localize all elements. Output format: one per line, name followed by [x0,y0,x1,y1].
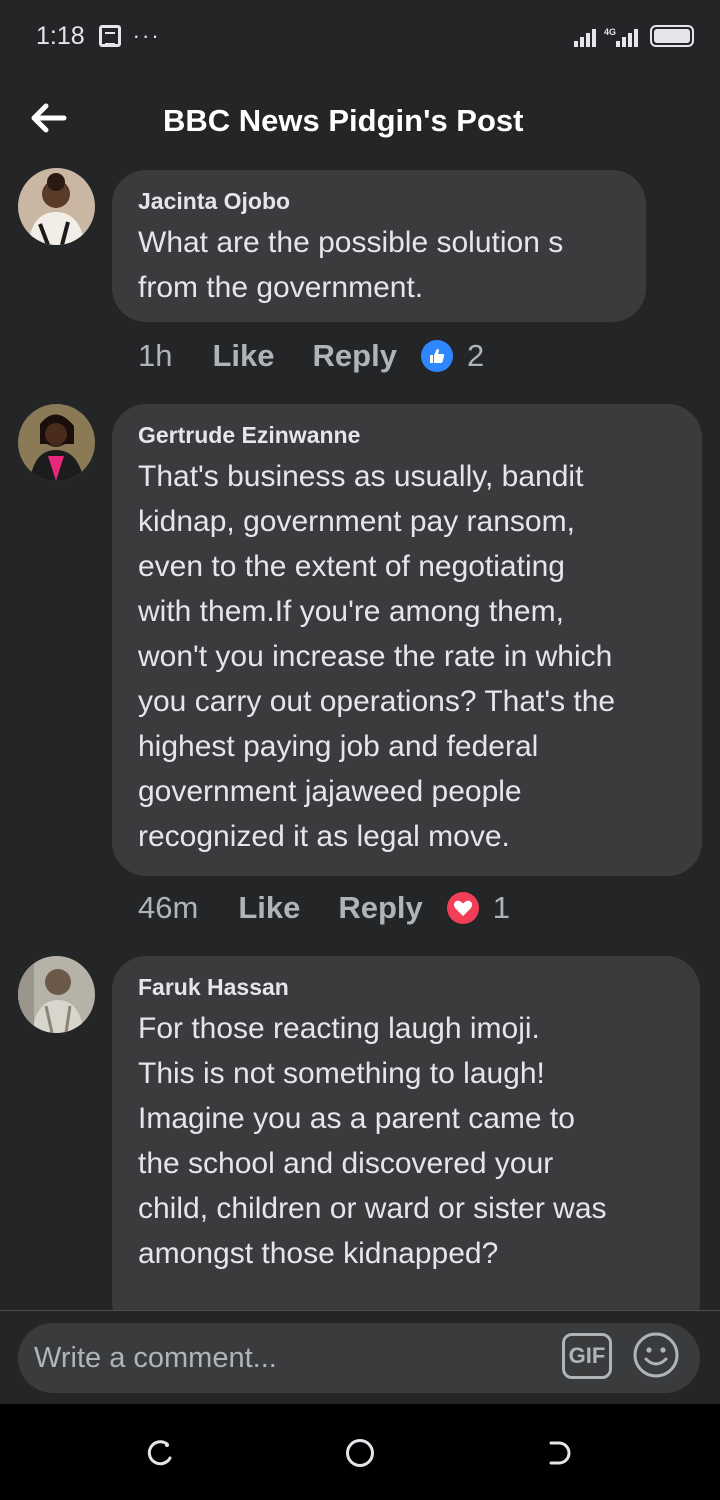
comment-time[interactable]: 1h [138,338,172,374]
comment-input-placeholder: Write a comment... [34,1341,277,1374]
comment-line: This is not something to laugh! [138,1057,545,1090]
news-notification-icon [98,25,121,47]
comment-line: For those reacting laugh imoji. [138,1012,540,1045]
comment-text: For those reacting laugh imoji. This is … [138,1006,674,1276]
reply-button[interactable]: Reply [338,890,422,926]
comment-line: What are the possible solution s [138,226,564,259]
comment-input[interactable]: Write a comment... GIF [18,1323,700,1393]
back-arrow-icon[interactable] [28,102,68,134]
like-button[interactable]: Like [238,890,300,926]
system-nav-bar [0,1404,720,1500]
gif-button[interactable]: GIF [562,1333,612,1379]
status-indicators: 4G [573,25,694,47]
comment-line: with them.If you're among them, [138,595,564,628]
like-reaction-icon[interactable] [420,340,453,372]
battery-icon [650,25,694,47]
comment-author[interactable]: Gertrude Ezinwanne [138,422,676,449]
comment-actions: 1h Like Reply 2 [138,338,484,374]
comment-line: kidnap, government pay ransom, [138,505,575,538]
comment-line: Imagine you as a parent came to [138,1102,575,1135]
comment-line: amongst those kidnapped? [138,1237,499,1270]
avatar[interactable] [18,168,95,245]
signal-icon-2 [616,27,638,47]
comment-text: What are the possible solution s from th… [138,220,620,310]
comment-line: government jajaweed people [138,775,522,808]
comment-line: That's business as usually, bandit [138,460,584,493]
back-nav-icon[interactable] [545,1438,575,1468]
home-icon[interactable] [345,1438,375,1468]
recent-apps-icon[interactable] [145,1438,175,1468]
comment-line: won't you increase the rate in which [138,640,613,673]
status-bar: 1:18 ··· 4G [0,0,720,72]
comment-author[interactable]: Faruk Hassan [138,974,674,1001]
comment-text: That's business as usually, bandit kidna… [138,454,676,859]
app-header: BBC News Pidgin's Post [0,84,720,154]
reaction-count[interactable]: 1 [493,890,510,926]
network-type: 4G [603,27,616,37]
signal-icon [573,27,596,47]
comment-author[interactable]: Jacinta Ojobo [138,188,620,215]
comment-bubble[interactable]: Gertrude Ezinwanne That's business as us… [112,404,702,876]
avatar[interactable] [18,956,95,1033]
comment-actions: 46m Like Reply 1 [138,890,510,926]
composer-container: Write a comment... GIF [0,1311,720,1404]
comment-line: you carry out operations? That's the [138,685,616,718]
love-reaction-icon[interactable] [446,892,479,924]
comment-line: recognized it as legal move. [138,820,510,853]
comment-line: highest paying job and federal [138,730,539,763]
reaction-count[interactable]: 2 [467,338,484,374]
status-time: 1:18 [36,21,85,50]
reply-button[interactable]: Reply [313,338,397,374]
comment-line: even to the extent of negotiating [138,550,565,583]
more-notifications-icon: ··· [132,23,161,48]
comment-line: from the government. [138,271,424,304]
comment-time[interactable]: 46m [138,890,198,926]
page-title: BBC News Pidgin's Post [163,103,524,138]
comment-bubble[interactable]: Faruk Hassan For those reacting laugh im… [112,956,700,1336]
avatar[interactable] [18,404,95,481]
comment-bubble[interactable]: Jacinta Ojobo What are the possible solu… [112,170,646,322]
comment-line: child, children or ward or sister was [138,1192,607,1225]
emoji-icon[interactable] [632,1331,680,1379]
like-button[interactable]: Like [212,338,274,374]
comment-line: the school and discovered your [138,1147,554,1180]
